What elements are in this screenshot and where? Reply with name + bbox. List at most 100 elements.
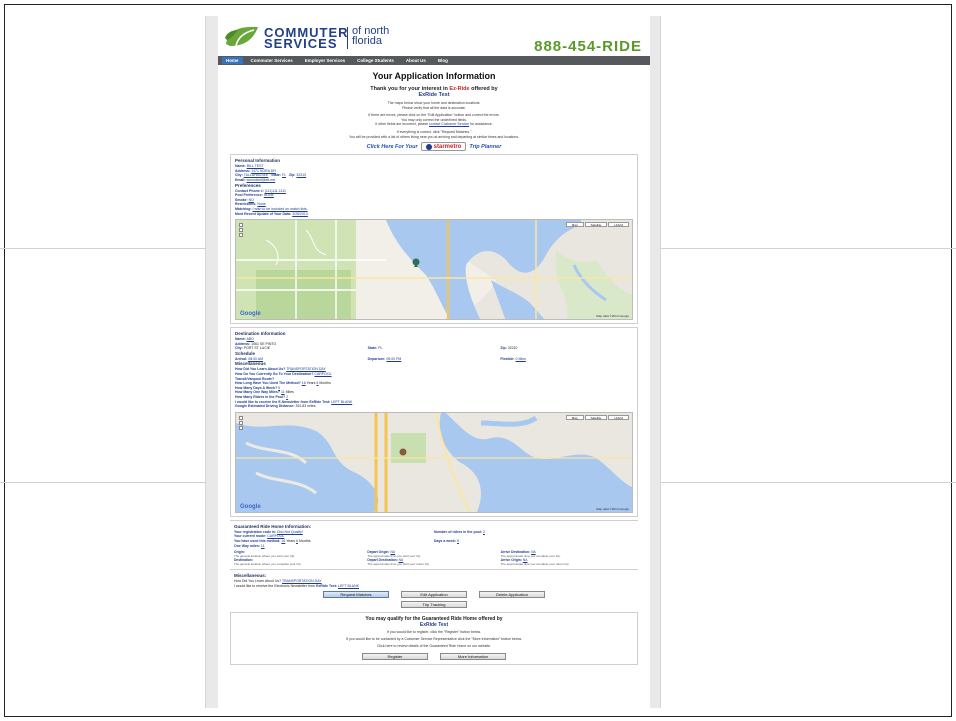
restrictions-label: Restrictions: — [235, 202, 257, 207]
grh-riders-value: 2 — [483, 529, 485, 534]
starmetro-logo[interactable]: starmetro — [420, 142, 467, 152]
days-value: 5 — [278, 385, 281, 390]
current-mode-label: How Do You Currently Go To Your Destinat… — [235, 372, 314, 377]
newsletter-org: ExRide Test: — [309, 399, 331, 404]
grh-days-value: 5 — [456, 539, 459, 543]
intro-line: You will be provided with a list of othe… — [348, 134, 520, 139]
zip-value: 32310 — [296, 173, 307, 178]
grh-depart-dest-note: The approximate time you start your retu… — [367, 561, 430, 566]
map-type-hybrid[interactable]: Hybrid — [608, 414, 629, 420]
flexible-value: 0 Mins — [515, 356, 526, 361]
grh-mode-value: CARPOOL — [267, 534, 285, 539]
distance-label: Google Estimated Driving Distance: — [235, 404, 295, 409]
newsletter-label: I would like to receive the E-Newsletter… — [235, 399, 309, 404]
intro-text-part: If other fields are incorrect, please — [375, 122, 429, 127]
dest-address-label: Address: — [235, 341, 251, 346]
home-map[interactable]: Map Satellite Hybrid Google Map data ©20… — [235, 219, 633, 321]
update-value: 3/28/2013 — [292, 211, 308, 216]
map-zoom-controls[interactable] — [239, 223, 249, 238]
learn-label: How Did You Learn About Us? — [235, 367, 286, 372]
zoom-in-icon[interactable] — [239, 223, 243, 228]
departure-value: 05:00 PM — [386, 356, 402, 361]
zoom-out-icon[interactable] — [239, 420, 243, 425]
planner-prefix[interactable]: Click Here For Your — [367, 144, 418, 150]
guaranteed-ride-home-section: Guaranteed Ride Home Information: Your r… — [230, 519, 638, 566]
duration-label: How Long Have You Used The Method? — [235, 381, 301, 386]
action-buttons: Request Matches Edit Application Delete … — [218, 591, 650, 599]
delete-application-button[interactable]: Delete Application — [479, 591, 545, 599]
smoke-value: NO — [248, 197, 254, 202]
zoom-in-icon[interactable] — [239, 415, 243, 420]
nav-commuter-services[interactable]: Commuter Services — [247, 57, 297, 64]
starmetro-label: starmetro — [433, 143, 462, 150]
map-zoom-controls[interactable] — [239, 415, 249, 431]
matching-label: Matching: — [235, 206, 252, 211]
phone-number[interactable]: 888-454-RIDE — [534, 38, 642, 55]
nav-home[interactable]: Home — [222, 57, 243, 64]
nav-college-students[interactable]: College Students — [353, 57, 398, 64]
grh-used-label: You have used this method: — [234, 539, 281, 543]
regcode-value: Doo Not Qualify! — [277, 529, 303, 534]
browser-canvas: COMMUTER SERVICES of north florida 888-4… — [205, 16, 661, 708]
map-attribution: Map data ©2013 Google — [596, 506, 629, 511]
map-type-map[interactable]: Map — [565, 414, 584, 420]
trip-tracking-button[interactable]: Trip Tracking — [401, 601, 467, 609]
nav-about-us[interactable]: About Us — [402, 57, 430, 64]
personal-info-section: Personal Information Name: BILL TEST Add… — [230, 154, 638, 325]
dest-name-value: ABO — [246, 337, 254, 342]
zoom-out-icon[interactable] — [239, 228, 243, 233]
grh-return-grid: Destination: The general location where y… — [234, 558, 634, 566]
qualify-heading: You may qualify for the Guaranteed Ride … — [235, 617, 633, 628]
misc2-newsletter-label: I would like to receive the Electronic N… — [234, 583, 316, 588]
grh-oneway-label: One Way miles: — [234, 543, 260, 548]
org-name: ExRide Test — [418, 92, 450, 98]
nav-employer-services[interactable]: Employer Services — [301, 57, 349, 64]
map-type-map[interactable]: Map — [565, 222, 584, 228]
dest-address-value: 1061 SE PINTO — [251, 341, 277, 346]
destination-section: Destination Information Name: ABO Addres… — [230, 327, 638, 517]
qualify-review-link[interactable]: Click here to review details of the Guar… — [235, 644, 633, 649]
trip-planner-link[interactable]: Click Here For Your starmetro Trip Plann… — [218, 142, 650, 152]
current-mode-value: CARPOOL — [314, 372, 332, 377]
intro-text-part: for assistance. — [470, 122, 493, 127]
destination-map[interactable]: Map Satellite Hybrid Google Map data ©20… — [235, 411, 633, 513]
name-label: Name: — [235, 164, 246, 169]
dest-zip-label: Zip: — [500, 346, 507, 351]
pool-label: Pool Preference: — [235, 193, 263, 198]
map-type-controls: Map Satellite Hybrid — [565, 222, 629, 228]
planner-suffix[interactable]: Trip Planner — [469, 144, 501, 150]
register-button[interactable]: Register — [362, 652, 428, 660]
dest-state-value: FL — [378, 346, 383, 351]
miles-value: 11 — [280, 390, 285, 395]
map-type-satellite[interactable]: Satellite — [584, 414, 608, 420]
thanks-suffix: offered by — [471, 86, 498, 92]
pan-icon[interactable] — [239, 425, 243, 430]
email-label: Email: — [235, 177, 246, 182]
grh-used-months: 6 — [296, 539, 298, 543]
grh-days-label: Days a week: — [434, 539, 456, 543]
site-header: COMMUTER SERVICES of north florida 888-4… — [218, 16, 650, 56]
matching-value: I wish to be included on match lists. — [252, 206, 308, 211]
map-type-hybrid[interactable]: Hybrid — [608, 222, 629, 228]
leaf-logo-icon[interactable] — [224, 24, 262, 48]
google-logo: Google — [240, 503, 261, 510]
nav-blog[interactable]: Blog — [434, 57, 452, 64]
contact-customer-service-link[interactable]: contact Customer Service — [429, 122, 469, 126]
misc2-newsletter-org: ExRide Test: — [316, 583, 338, 588]
edit-application-button[interactable]: Edit Application — [401, 591, 467, 599]
grh-used-months-unit: Months — [298, 539, 311, 543]
destination-map-canvas[interactable] — [236, 412, 633, 513]
main-nav: Home Commuter Services Employer Services… — [218, 56, 650, 65]
duration-years-unit: Years — [306, 381, 316, 386]
qualify-line: If you would like to be contacted by a C… — [346, 637, 522, 642]
pool-value: NONE — [263, 193, 274, 198]
misc-section: Miscellaneous: How Did You Learn About U… — [230, 569, 638, 588]
more-information-button[interactable]: More Information — [440, 652, 506, 660]
home-map-canvas[interactable] — [236, 220, 633, 320]
duration-years: 16 — [301, 381, 306, 386]
map-type-satellite[interactable]: Satellite — [584, 222, 608, 228]
request-matches-button[interactable]: Request Matches — [323, 591, 389, 599]
pan-icon[interactable] — [239, 233, 243, 238]
misc2-newsletter-value: LEFT BLANK — [338, 583, 359, 588]
thanks-message: Thank you for your interest in Ez-Ride o… — [218, 86, 650, 98]
